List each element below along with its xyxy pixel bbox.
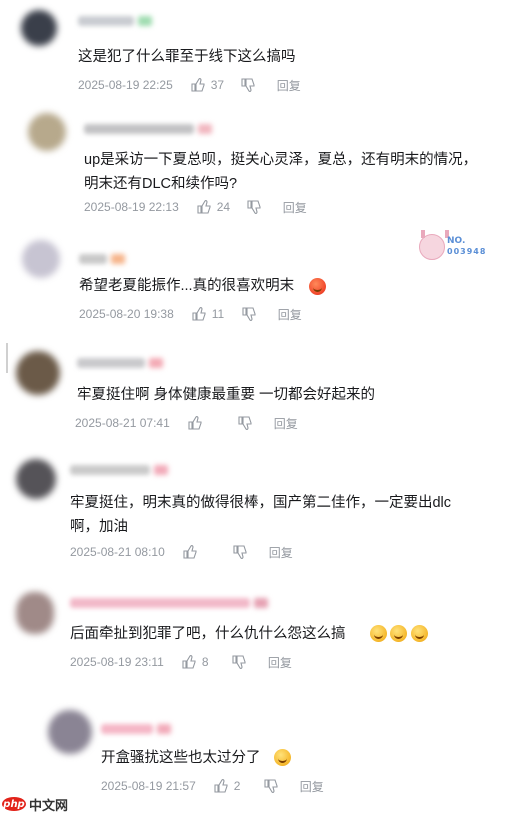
scroll-marker	[6, 343, 8, 373]
comment-text: up是采访一下夏总呗，挺关心灵泽，夏总，还有明末的情况， 明末还有DLC和续作吗…	[84, 152, 478, 192]
comment-text: 希望老夏能振作...真的很喜欢明末	[79, 278, 295, 294]
like-button[interactable]	[188, 416, 222, 430]
comment-text: 后面牵扯到犯罪了吧，什么仇什么怨这么搞	[70, 626, 346, 642]
username[interactable]	[70, 598, 268, 608]
comment-meta: 2025-08-20 19:38 11 回复	[79, 306, 302, 322]
thumb-up-icon	[214, 779, 228, 793]
sweat-face-emoji-icon	[370, 625, 387, 642]
reply-button[interactable]: 回复	[277, 77, 301, 94]
like-count: 2	[233, 779, 241, 793]
dislike-button[interactable]	[241, 78, 255, 92]
comment-time: 2025-08-19 22:13	[84, 200, 179, 214]
comment-meta: 2025-08-19 23:11 8 回复	[70, 654, 292, 670]
dislike-button[interactable]	[242, 307, 256, 321]
comment-time: 2025-08-21 07:41	[75, 416, 170, 430]
like-button[interactable]: 2	[214, 779, 248, 793]
avatar[interactable]	[22, 240, 60, 278]
sweat-face-emoji-icon	[411, 625, 428, 642]
reply-button[interactable]: 回复	[300, 778, 324, 795]
like-count: 24	[216, 200, 231, 214]
thumb-down-icon	[241, 78, 255, 92]
site-watermark: php 中文网	[2, 794, 73, 814]
username[interactable]	[77, 358, 163, 368]
comment-meta: 2025-08-19 22:25 37 回复	[78, 77, 301, 93]
comment-text: 牢夏挺住，明末真的做得很棒，国产第二佳作，一定要出dlc 啊，加油	[70, 495, 452, 535]
comment-time: 2025-08-19 21:57	[101, 779, 196, 793]
dislike-button[interactable]	[264, 779, 278, 793]
comment-text: 这是犯了什么罪至于线下这么搞吗	[78, 49, 296, 65]
thumb-down-icon	[232, 655, 246, 669]
thumb-up-icon	[188, 416, 202, 430]
avatar[interactable]	[28, 113, 66, 151]
reply-button[interactable]: 回复	[268, 654, 292, 671]
username[interactable]	[84, 124, 212, 134]
like-count: 37	[210, 78, 225, 92]
thumb-up-icon	[192, 307, 206, 321]
avatar[interactable]	[48, 710, 92, 754]
thumb-down-icon	[242, 307, 256, 321]
heart-face-emoji-icon	[309, 278, 326, 295]
thumb-down-icon	[247, 200, 261, 214]
dislike-button[interactable]	[247, 200, 261, 214]
comment-time: 2025-08-19 22:25	[78, 78, 173, 92]
dislike-button[interactable]	[233, 545, 247, 559]
like-button[interactable]: 11	[192, 307, 226, 321]
like-count: 11	[211, 307, 225, 321]
thumb-up-icon	[197, 200, 211, 214]
comment-text: 开盒骚扰这些也太过分了	[101, 750, 261, 766]
like-count: 8	[201, 655, 209, 669]
dislike-button[interactable]	[232, 655, 246, 669]
avatar[interactable]	[21, 10, 57, 46]
badge-number: 003948	[447, 247, 487, 256]
thumb-down-icon	[238, 416, 252, 430]
like-button[interactable]	[183, 545, 217, 559]
thumb-up-icon	[183, 545, 197, 559]
thumb-down-icon	[264, 779, 278, 793]
avatar[interactable]	[16, 592, 54, 634]
thumb-down-icon	[233, 545, 247, 559]
thumb-up-icon	[191, 78, 205, 92]
thumb-up-icon	[182, 655, 196, 669]
username[interactable]	[78, 16, 152, 26]
like-button[interactable]: 8	[182, 655, 216, 669]
badge-line1: NO.	[447, 236, 466, 246]
username[interactable]	[79, 254, 125, 264]
dislike-button[interactable]	[238, 416, 252, 430]
comment-meta: 2025-08-19 21:57 2 回复	[101, 778, 324, 794]
comment-meta: 2025-08-19 22:13 24 回复	[84, 199, 307, 215]
reply-button[interactable]: 回复	[283, 199, 307, 216]
username[interactable]	[70, 465, 168, 475]
comment-meta: 2025-08-21 07:41 回复	[75, 415, 298, 431]
like-button[interactable]: 37	[191, 78, 225, 92]
comment-time: 2025-08-20 19:38	[79, 307, 174, 321]
username[interactable]	[101, 724, 171, 734]
sweat-face-emoji-icon	[274, 749, 291, 766]
comment-time: 2025-08-21 08:10	[70, 545, 165, 559]
comment-time: 2025-08-19 23:11	[70, 655, 164, 669]
fan-badge-sticker: NO. 003948	[419, 230, 499, 260]
reply-button[interactable]: 回复	[269, 544, 293, 561]
watermark-text: 中文网	[29, 797, 69, 813]
watermark-badge: php	[2, 797, 26, 811]
avatar[interactable]	[16, 459, 56, 499]
comment-meta: 2025-08-21 08:10 回复	[70, 544, 293, 560]
comment-text: 牢夏挺住啊 身体健康最重要 一切都会好起来的	[77, 387, 376, 403]
sweat-face-emoji-icon	[390, 625, 407, 642]
like-button[interactable]: 24	[197, 200, 231, 214]
reply-button[interactable]: 回复	[278, 306, 302, 323]
reply-button[interactable]: 回复	[274, 415, 298, 432]
avatar[interactable]	[16, 351, 60, 395]
